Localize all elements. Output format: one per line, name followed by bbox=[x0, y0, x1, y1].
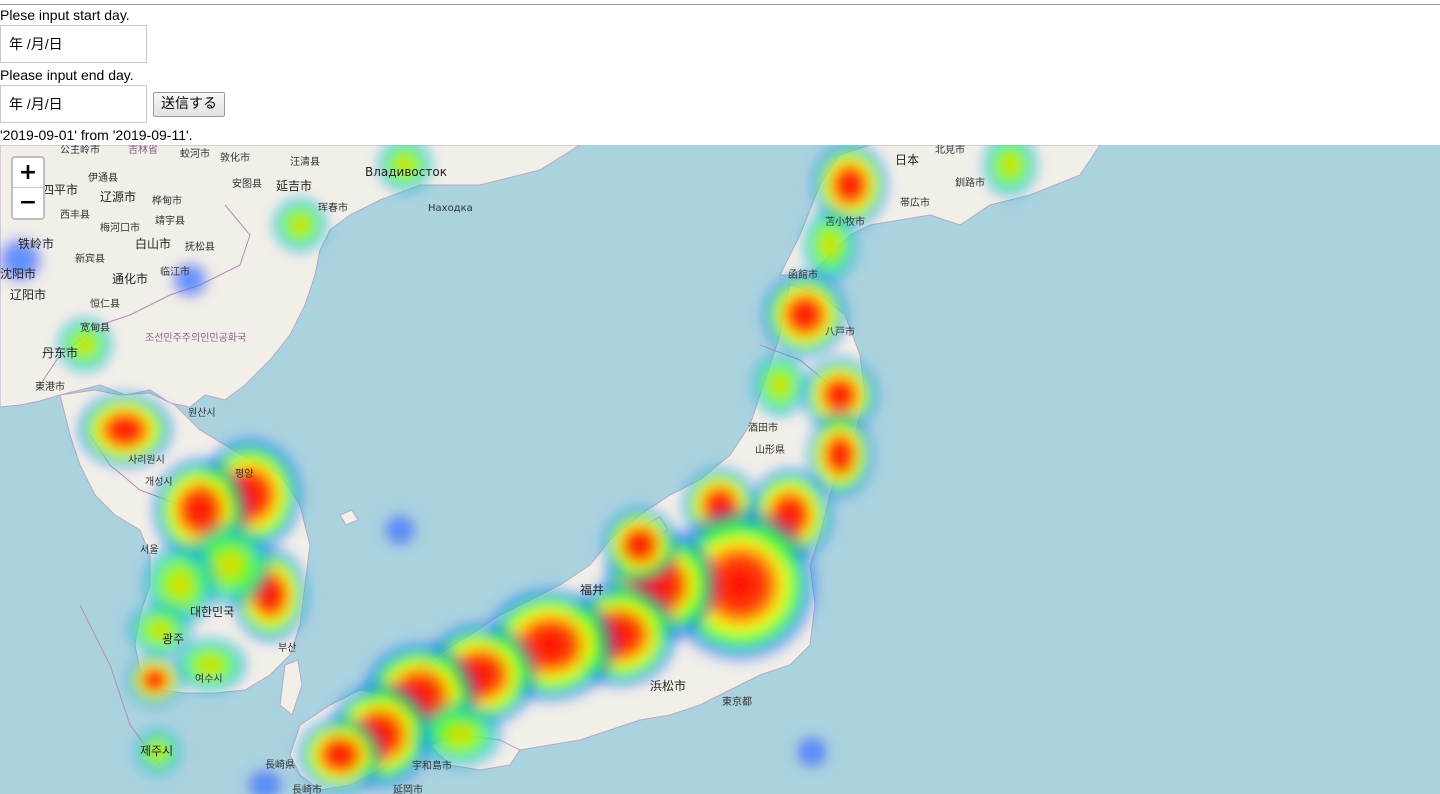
map-label: 桦甸市 bbox=[152, 194, 182, 207]
map-label: 광주 bbox=[162, 632, 184, 646]
zoom-control: + − bbox=[11, 156, 45, 220]
date-range-result: '2019-09-01' from '2019-09-11'. bbox=[0, 127, 193, 143]
map-label: 東港市 bbox=[35, 380, 65, 393]
map-label: 苫小牧市 bbox=[825, 215, 865, 228]
zoom-in-button[interactable]: + bbox=[13, 158, 43, 188]
map-label: 여수시 bbox=[195, 673, 223, 685]
map-label: 釧路市 bbox=[955, 176, 985, 189]
map-label: 원산시 bbox=[188, 407, 216, 419]
map-label: 铁岭市 bbox=[18, 236, 54, 251]
map-label: 帯広市 bbox=[900, 196, 930, 209]
end-day-label: Please input end day. bbox=[0, 67, 134, 83]
map-label: 대한민국 bbox=[190, 605, 234, 619]
map-label: 新宾县 bbox=[75, 252, 105, 265]
map-label: 靖宇县 bbox=[155, 214, 185, 227]
map-label: 山形県 bbox=[755, 444, 785, 456]
map-label: 安图县 bbox=[232, 177, 262, 190]
map-label: 개성시 bbox=[145, 476, 173, 488]
map-label: 酒田市 bbox=[748, 421, 778, 434]
map-label: 辽阳市 bbox=[10, 287, 46, 302]
start-date-input[interactable]: 年 /月/日 bbox=[0, 25, 147, 63]
map-label: 浜松市 bbox=[650, 678, 686, 693]
map-label: 函館市 bbox=[788, 268, 818, 281]
map-label: 辽源市 bbox=[100, 189, 136, 204]
map-label: 평양 bbox=[235, 468, 253, 480]
map-label: Владивосток bbox=[365, 165, 447, 179]
map-label: 日本 bbox=[895, 153, 919, 167]
heatmap-map[interactable]: 公主岭市 吉林省 蛟河市 敦化市 汪清县 Владивосток 北見市 日本 … bbox=[0, 145, 1440, 794]
map-label: 부산 bbox=[278, 642, 296, 654]
map-label: 長崎県 bbox=[265, 758, 295, 771]
map-label: 白山市 bbox=[135, 236, 171, 251]
start-day-label: Plese input start day. bbox=[0, 7, 130, 23]
map-label: 사리원시 bbox=[128, 454, 165, 466]
zoom-out-button[interactable]: − bbox=[13, 188, 43, 218]
map-label: 珲春市 bbox=[318, 201, 348, 214]
map-canvas: 公主岭市 吉林省 蛟河市 敦化市 汪清县 Владивосток 北見市 日本 … bbox=[0, 145, 1101, 794]
map-label: 吉林省 bbox=[128, 145, 158, 156]
map-label: 宇和島市 bbox=[412, 759, 452, 772]
submit-button[interactable]: 送信する bbox=[153, 92, 225, 117]
map-label: 敦化市 bbox=[220, 151, 250, 164]
map-label: 伊通县 bbox=[88, 172, 118, 184]
map-label: 临江市 bbox=[160, 265, 190, 278]
map-label: 恒仁县 bbox=[90, 297, 120, 310]
map-label: 八戸市 bbox=[825, 325, 855, 338]
map-label: 汪清县 bbox=[290, 155, 320, 168]
map-label: 通化市 bbox=[112, 271, 148, 286]
map-label: 抚松县 bbox=[185, 240, 215, 253]
map-label: 沈阳市 bbox=[0, 266, 36, 281]
map-label: 蛟河市 bbox=[180, 147, 210, 160]
map-label: 延吉市 bbox=[276, 178, 312, 193]
map-label: 丹东市 bbox=[42, 345, 78, 360]
map-label: 서울 bbox=[140, 544, 158, 556]
map-label: 長崎市 bbox=[292, 783, 322, 794]
map-label: 宽甸县 bbox=[80, 321, 110, 334]
map-label: 延岡市 bbox=[393, 783, 423, 794]
map-label: 제주시 bbox=[140, 744, 173, 758]
end-date-input[interactable]: 年 /月/日 bbox=[0, 85, 147, 123]
map-label: 福井 bbox=[580, 582, 604, 597]
map-label: 北見市 bbox=[935, 145, 965, 156]
map-label: 조선민주주의인민공화국 bbox=[145, 332, 246, 344]
map-label: 東京都 bbox=[722, 695, 752, 708]
map-label: 梅河口市 bbox=[100, 221, 140, 234]
map-label: 四平市 bbox=[42, 182, 78, 197]
map-label: 公主岭市 bbox=[60, 145, 100, 156]
map-label: Находка bbox=[428, 203, 473, 214]
map-label: 西丰县 bbox=[60, 208, 90, 221]
date-form: Plese input start day. 年 /月/日 Please inp… bbox=[0, 0, 1440, 145]
